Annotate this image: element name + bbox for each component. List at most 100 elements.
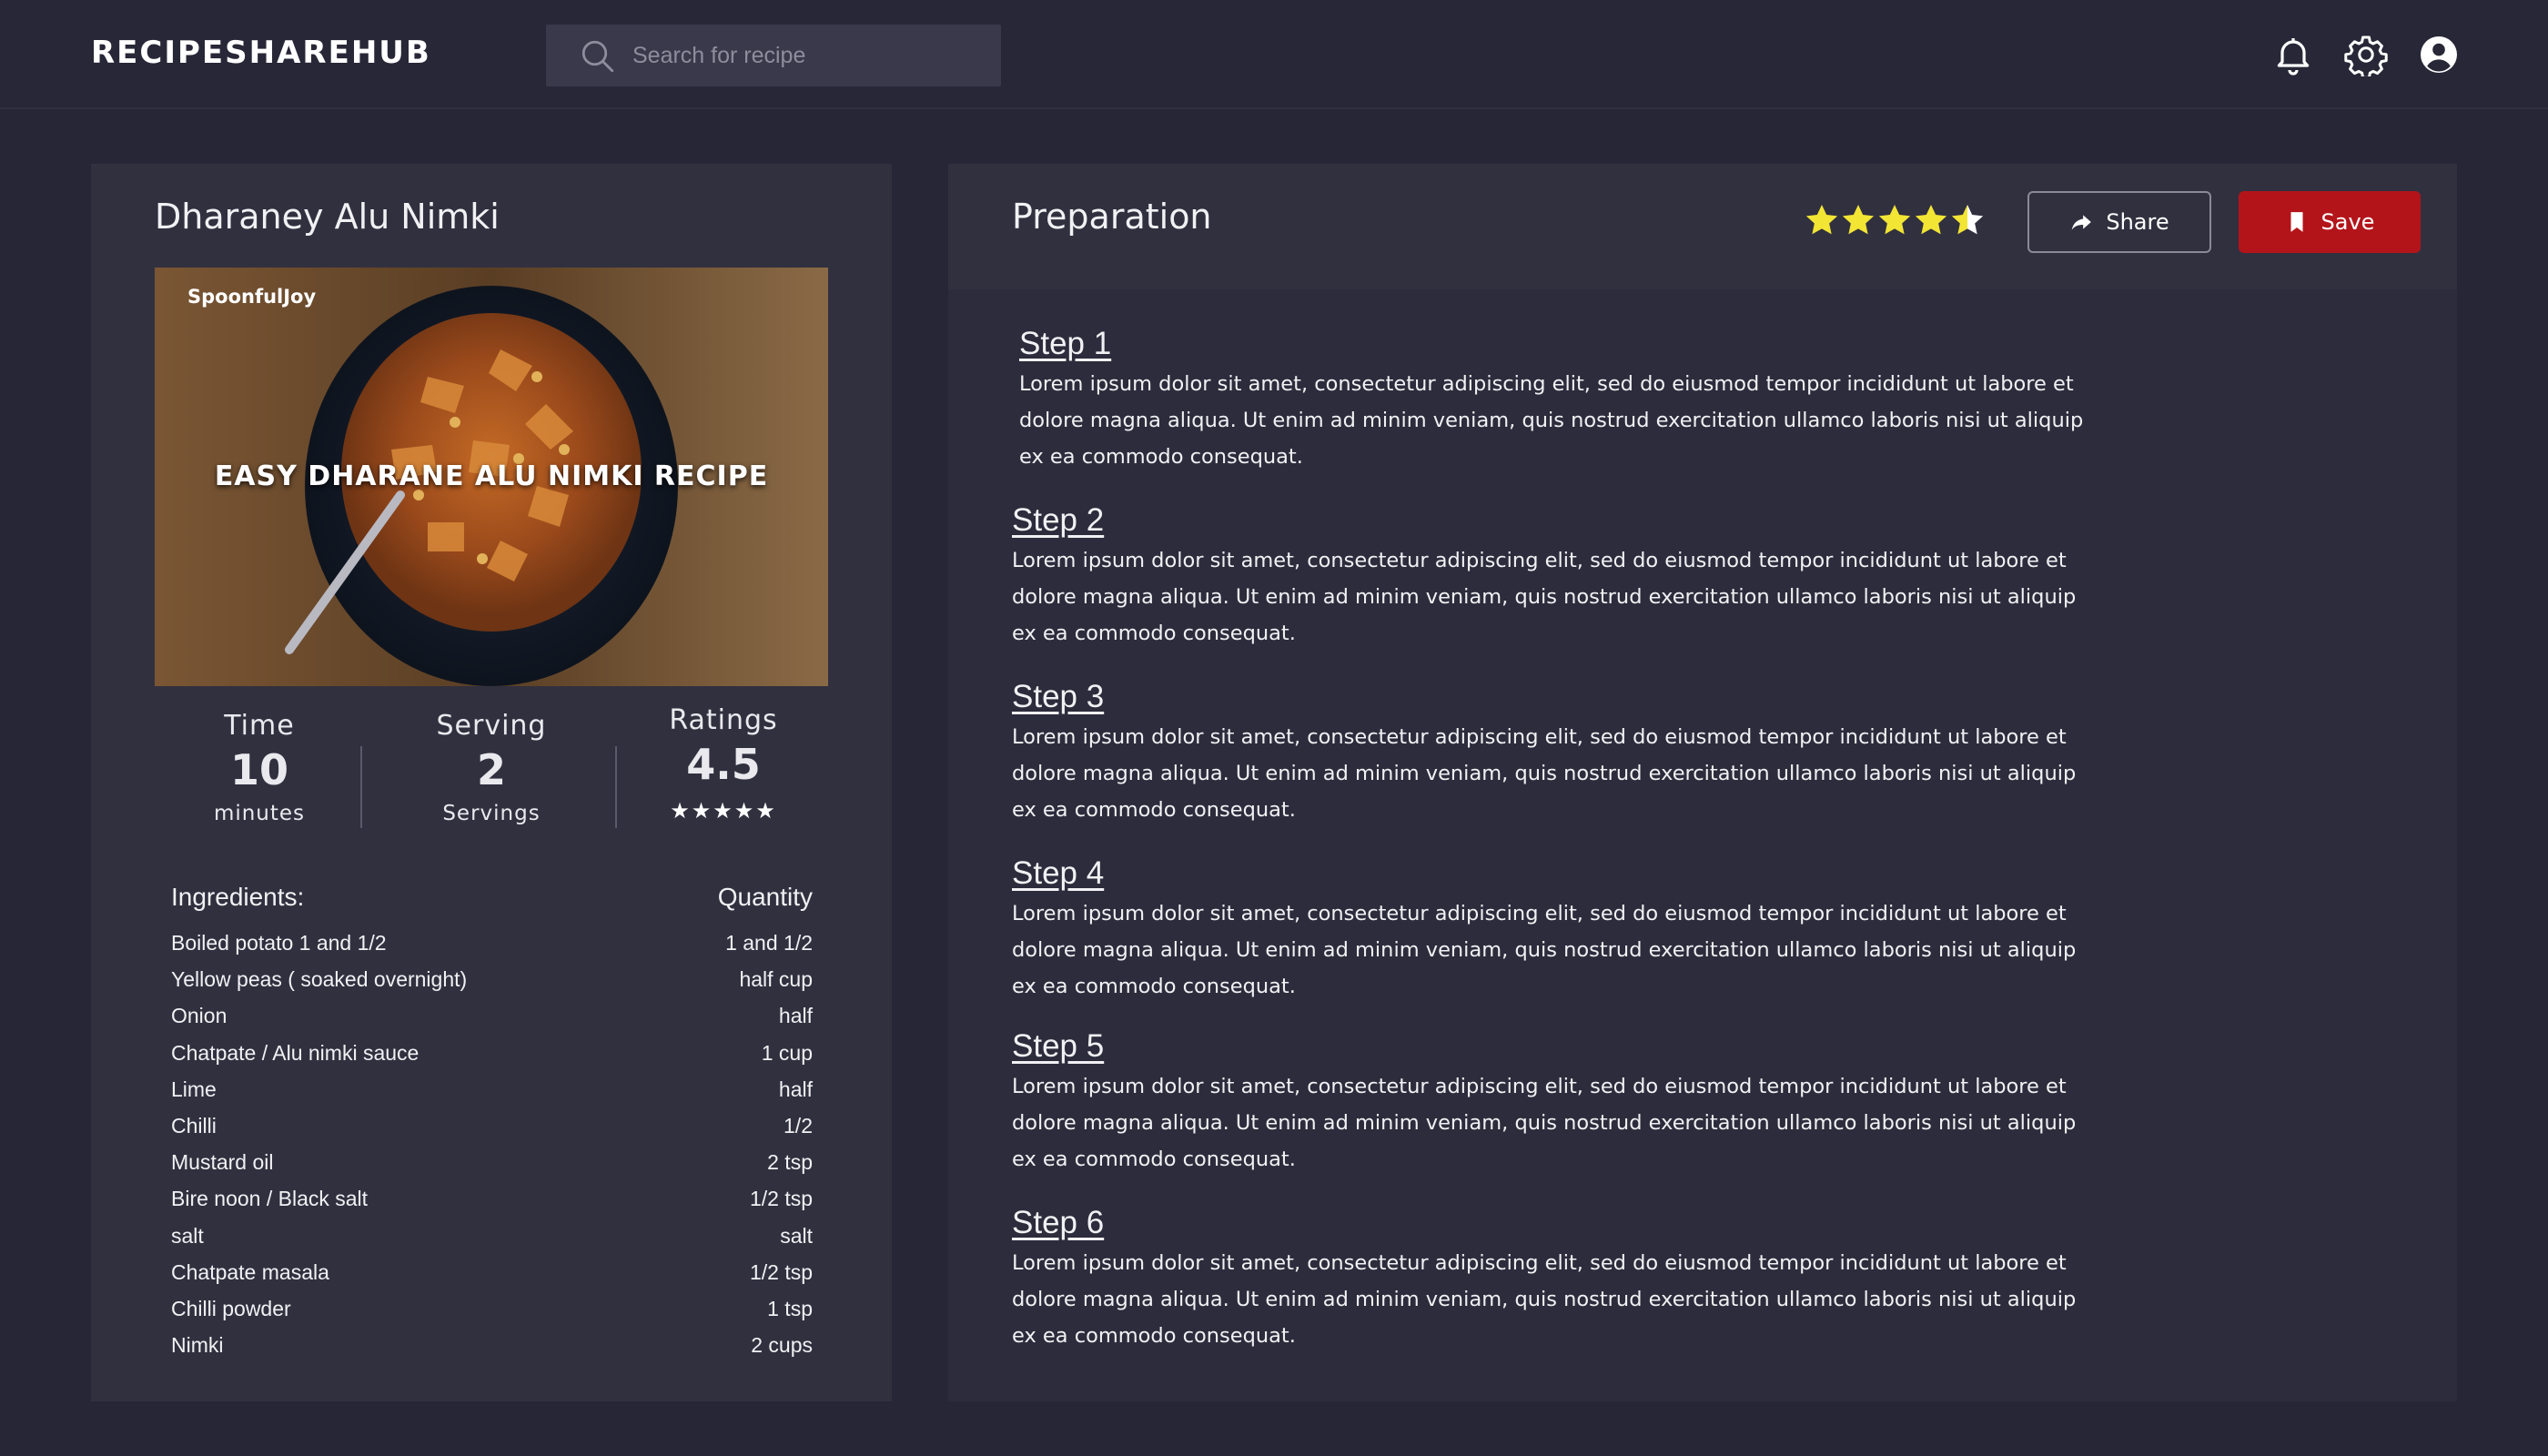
preparation-header: Preparation Share Save	[948, 164, 2457, 289]
user-profile-button[interactable]	[2417, 33, 2461, 76]
bookmark-icon	[2290, 212, 2303, 232]
ingredient-row: Nimki 2 cups	[171, 1333, 813, 1370]
stat-serving-unit: Servings	[442, 802, 541, 825]
stat-ratings-label: Ratings	[669, 704, 778, 736]
ingredient-quantity: half	[778, 1004, 813, 1028]
stat-time: Time 10 minutes	[155, 710, 364, 825]
step-title: Step 1	[1019, 326, 1112, 361]
preparation-step: Step 1 Lorem ipsum dolor sit amet, consec…	[1019, 326, 2111, 475]
preparation-step: Step 5 Lorem ipsum dolor sit amet, consec…	[1012, 1028, 2104, 1178]
search-bar[interactable]	[546, 25, 1001, 86]
preparation-step: Step 3 Lorem ipsum dolor sit amet, consec…	[1012, 679, 2104, 828]
ingredient-row: Boiled potato 1 and 1/2 1 and 1/2	[171, 931, 813, 967]
ingredient-quantity: 1 cup	[761, 1040, 813, 1065]
ingredient-name: Boiled potato 1 and 1/2	[171, 931, 387, 955]
step-title: Step 2	[1012, 502, 1105, 538]
user-circle-icon	[2421, 36, 2457, 73]
ingredients-heading: Ingredients:	[171, 883, 305, 911]
ingredient-quantity: 1 and 1/2	[725, 931, 813, 955]
ingredient-row: Yellow peas ( soaked overnight) half cup	[171, 967, 813, 1004]
share-button[interactable]: Share	[2027, 191, 2211, 253]
preparation-step: Step 4 Lorem ipsum dolor sit amet, consec…	[1012, 855, 2104, 1005]
ingredient-row: Chilli powder 1 tsp	[171, 1297, 813, 1333]
ingredient-name: Chatpate / Alu nimki sauce	[171, 1040, 420, 1065]
ingredient-row: Onion half	[171, 1004, 813, 1040]
ingredients-list: Boiled potato 1 and 1/2 1 and 1/2 Yellow p…	[171, 931, 813, 1370]
step-title: Step 3	[1012, 679, 1105, 714]
star-filled-icon[interactable]	[1840, 202, 1876, 238]
ingredient-name: Bire noon / Black salt	[171, 1187, 369, 1211]
ingredient-quantity: 2 cups	[751, 1333, 813, 1358]
image-watermark: SpoonfulJoy	[187, 286, 317, 308]
recipe-image[interactable]: SpoonfulJoy EASY DHARANE ALU NIMKI RECIP…	[155, 268, 828, 686]
preparation-title: Preparation	[1012, 197, 1212, 237]
top-navbar: RECIPESHAREHUB	[0, 0, 2548, 109]
recipe-stats: Time 10 minutes Serving 2 Servings Ratin…	[155, 704, 828, 846]
bell-icon	[2277, 38, 2310, 76]
ingredient-row: Bire noon / Black salt 1/2 tsp	[171, 1187, 813, 1223]
ingredient-name: Nimki	[171, 1333, 224, 1358]
star-filled-icon[interactable]	[1804, 202, 1840, 238]
settings-button[interactable]	[2344, 33, 2388, 79]
share-button-label: Share	[2106, 209, 2169, 235]
step-description: Lorem ipsum dolor sit amet, consectetur …	[1012, 902, 2077, 998]
app-logo[interactable]: RECIPESHAREHUB	[91, 35, 431, 71]
stat-serving-label: Serving	[436, 710, 547, 742]
ingredient-row: salt salt	[171, 1224, 813, 1260]
gear-icon	[2344, 35, 2388, 79]
preparation-step: Step 6 Lorem ipsum dolor sit amet, consec…	[1012, 1205, 2104, 1354]
stat-serving-value: 2	[476, 745, 506, 794]
stat-divider	[615, 746, 617, 828]
stat-serving: Serving 2 Servings	[387, 710, 596, 825]
star-filled-icon[interactable]	[1876, 202, 1913, 238]
step-description: Lorem ipsum dolor sit amet, consectetur …	[1012, 1075, 2077, 1171]
ingredient-row: Mustard oil 2 tsp	[171, 1150, 813, 1187]
ingredient-name: Chilli	[171, 1113, 217, 1138]
ingredient-name: Mustard oil	[171, 1150, 274, 1175]
ingredient-quantity: 2 tsp	[767, 1150, 813, 1175]
ingredient-name: Chilli powder	[171, 1296, 291, 1320]
ingredient-row: Chilli 1/2	[171, 1114, 813, 1150]
stat-time-unit: minutes	[213, 802, 306, 825]
image-caption: EASY DHARANE ALU NIMKI RECIPE	[214, 460, 769, 492]
ingredient-name: Chatpate masala	[171, 1259, 329, 1284]
ingredient-quantity: 1/2 tsp	[749, 1259, 813, 1284]
quantity-heading: Quantity	[717, 883, 813, 911]
ingredient-name: Onion	[171, 1004, 228, 1028]
save-button[interactable]: Save	[2239, 191, 2421, 253]
stat-time-value: 10	[229, 745, 288, 794]
recipe-title: Dharaney Alu Nimki	[155, 197, 500, 237]
ingredients-header: Ingredients: Quantity	[171, 883, 813, 919]
stat-ratings-value: 4.5	[686, 740, 761, 789]
star-filled-icon[interactable]	[1913, 202, 1949, 238]
ingredient-name: Lime	[171, 1077, 217, 1101]
ingredient-quantity: half cup	[739, 967, 813, 992]
ingredient-quantity: salt	[780, 1223, 813, 1248]
save-button-label: Save	[2320, 209, 2375, 235]
star-half-icon[interactable]	[1949, 202, 1986, 238]
step-description: Lorem ipsum dolor sit amet, consectetur …	[1012, 725, 2077, 822]
step-title: Step 5	[1012, 1028, 1105, 1064]
step-title: Step 4	[1012, 855, 1105, 891]
search-icon	[581, 40, 614, 73]
ingredient-name: Yellow peas ( soaked overnight)	[171, 967, 468, 992]
stat-time-label: Time	[224, 710, 295, 742]
ingredient-row: Chatpate masala 1/2 tsp	[171, 1260, 813, 1297]
stat-divider	[360, 746, 362, 828]
notifications-button[interactable]	[2271, 33, 2315, 76]
step-description: Lorem ipsum dolor sit amet, consectetur …	[1012, 1251, 2077, 1348]
ingredient-name: salt	[171, 1223, 204, 1248]
ingredient-quantity: 1 tsp	[767, 1296, 813, 1320]
rating-stars[interactable]	[1804, 202, 1986, 242]
ingredient-quantity: half	[778, 1077, 813, 1101]
stat-ratings: Ratings 4.5 ★★★★★	[619, 704, 828, 824]
ingredient-quantity: 1/2	[784, 1113, 813, 1138]
preparation-card: Preparation Share Save Step 1 Lorem ipsum…	[948, 164, 2457, 1401]
share-icon	[2072, 215, 2092, 230]
preparation-step: Step 2 Lorem ipsum dolor sit amet, consec…	[1012, 502, 2104, 652]
step-title: Step 6	[1012, 1205, 1105, 1240]
ingredient-quantity: 1/2 tsp	[749, 1187, 813, 1211]
step-description: Lorem ipsum dolor sit amet, consectetur …	[1012, 549, 2077, 645]
stat-ratings-stars: ★★★★★	[670, 799, 777, 824]
search-input[interactable]	[632, 25, 987, 86]
